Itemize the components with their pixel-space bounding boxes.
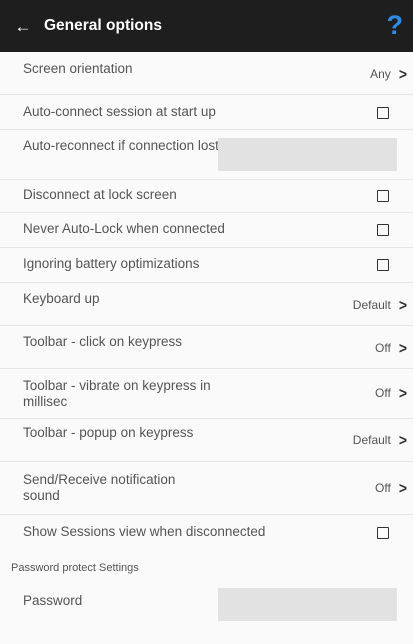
- setting-label: Toolbar - click on keypress: [23, 334, 183, 349]
- help-icon[interactable]: ?: [387, 12, 404, 39]
- setting-auto-connect[interactable]: Auto-connect session at start up: [0, 95, 413, 130]
- disconnect-lock-checkbox[interactable]: [377, 190, 389, 202]
- setting-label: Auto-connect session at start up: [23, 104, 216, 119]
- setting-value-text: Default: [352, 433, 391, 447]
- setting-disconnect-lock[interactable]: Disconnect at lock screen: [0, 180, 413, 213]
- setting-label: Never Auto-Lock when connected: [23, 221, 225, 236]
- chevron-right-icon: >: [398, 296, 407, 314]
- setting-label: Show Sessions view when disconnected: [23, 524, 266, 539]
- chevron-right-icon: >: [398, 384, 407, 402]
- setting-toolbar-click[interactable]: Toolbar - click on keypress Off >: [0, 326, 413, 369]
- setting-value-text: Default: [352, 298, 391, 312]
- setting-never-autolock[interactable]: Never Auto-Lock when connected: [0, 213, 413, 248]
- app-bar: ← General options ?: [0, 0, 413, 52]
- setting-auto-reconnect: Auto-reconnect if connection lost: [0, 130, 413, 180]
- chevron-right-icon: >: [398, 431, 407, 449]
- setting-value-text: Off: [375, 481, 391, 495]
- setting-value: Off >: [375, 384, 407, 402]
- setting-keyboard-up[interactable]: Keyboard up Default >: [0, 283, 413, 326]
- setting-value: Off >: [375, 339, 407, 357]
- setting-value-text: Off: [375, 341, 391, 355]
- back-arrow-icon[interactable]: ←: [13, 18, 33, 35]
- setting-label: Keyboard up: [23, 291, 100, 306]
- setting-toolbar-popup[interactable]: Toolbar - popup on keypress Default >: [0, 419, 413, 462]
- setting-value-text: Off: [375, 386, 391, 400]
- setting-show-sessions[interactable]: Show Sessions view when disconnected: [0, 515, 413, 555]
- never-autolock-checkbox[interactable]: [377, 224, 389, 236]
- ignore-battery-checkbox[interactable]: [377, 259, 389, 271]
- setting-value: Any >: [370, 65, 407, 83]
- setting-value: Off >: [375, 479, 407, 497]
- section-header: Password protect Settings: [11, 562, 139, 574]
- setting-value: Default >: [352, 296, 407, 314]
- auto-reconnect-input[interactable]: [218, 138, 397, 171]
- setting-label: Toolbar - popup on keypress: [23, 425, 194, 440]
- setting-toolbar-vibrate[interactable]: Toolbar - vibrate on keypress in millise…: [0, 369, 413, 419]
- setting-ignore-battery[interactable]: Ignoring battery optimizations: [0, 248, 413, 283]
- setting-label: Auto-reconnect if connection lost: [23, 138, 219, 153]
- password-input[interactable]: [218, 588, 397, 621]
- setting-notification-sound[interactable]: Send/Receive notification sound Off >: [0, 462, 413, 515]
- setting-value: Default >: [352, 431, 407, 449]
- page-title: General options: [44, 17, 162, 34]
- chevron-right-icon: >: [398, 479, 407, 497]
- show-sessions-checkbox[interactable]: [377, 527, 389, 539]
- chevron-right-icon: >: [398, 339, 407, 357]
- setting-label: Send/Receive notification sound: [23, 472, 176, 503]
- auto-connect-checkbox[interactable]: [377, 107, 389, 119]
- setting-screen-orientation[interactable]: Screen orientation Any >: [0, 52, 413, 95]
- setting-label: Disconnect at lock screen: [23, 187, 177, 202]
- chevron-right-icon: >: [398, 65, 407, 83]
- setting-label: Ignoring battery optimizations: [23, 256, 200, 271]
- setting-label: Toolbar - vibrate on keypress in millise…: [23, 378, 211, 409]
- setting-value-text: Any: [370, 67, 391, 81]
- setting-label: Password: [23, 593, 83, 608]
- setting-label: Screen orientation: [23, 61, 133, 76]
- setting-password: Password: [0, 580, 413, 630]
